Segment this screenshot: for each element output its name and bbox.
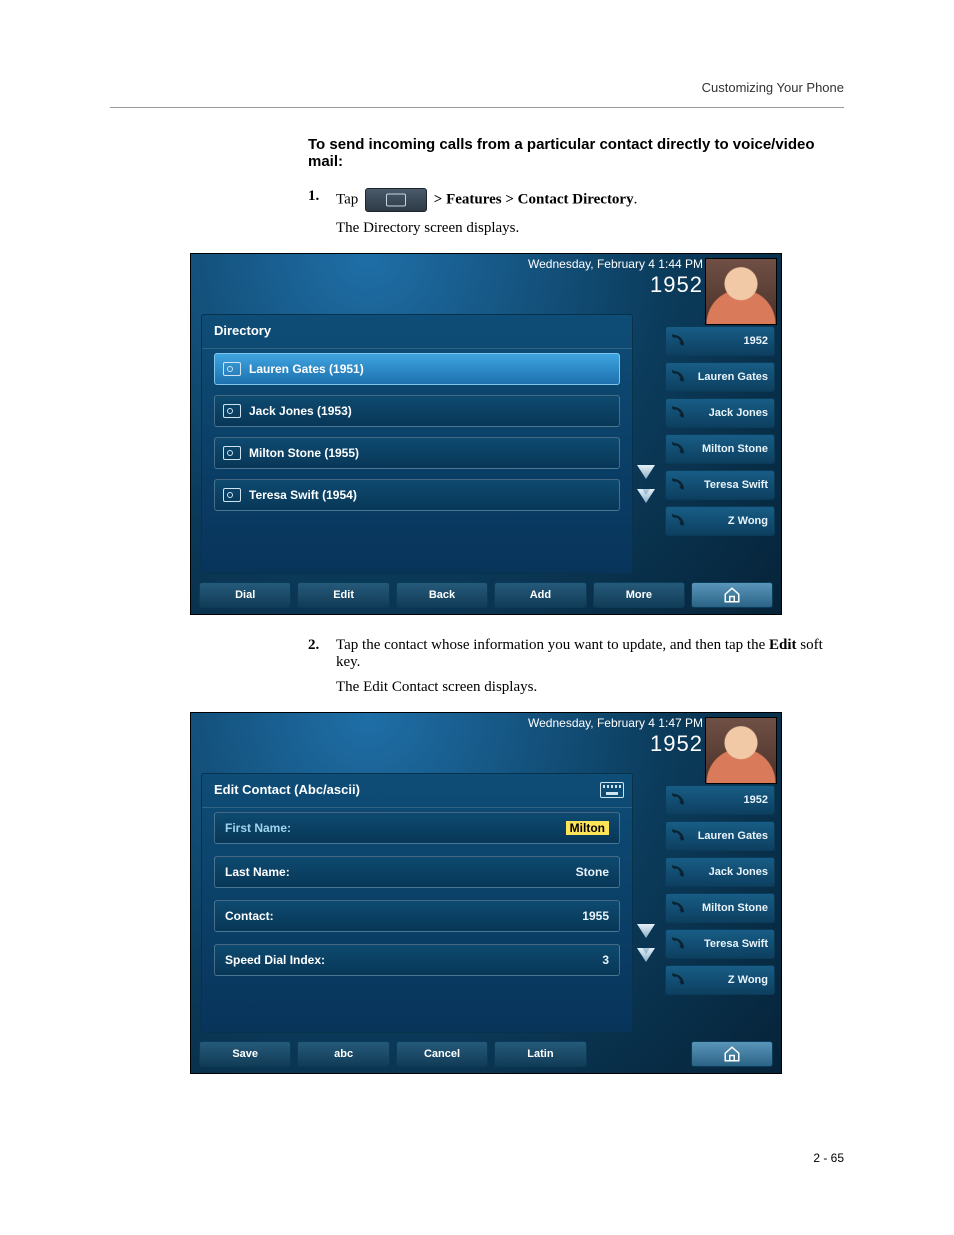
step-2: 2. Tap the contact whose information you… — [308, 637, 844, 704]
phone-icon — [670, 477, 686, 493]
softkey-home[interactable] — [691, 582, 773, 608]
first-name-value: Milton — [566, 821, 609, 835]
speed-dial-index-field[interactable]: Speed Dial Index: 3 — [214, 944, 620, 976]
status-datetime: Wednesday, February 4 1:44 PM — [528, 258, 703, 272]
softkey-cancel[interactable]: Cancel — [396, 1041, 488, 1067]
contact-card-icon — [223, 446, 241, 460]
step-1: 1. Tap > Features > Contact Directory. T… — [308, 188, 844, 245]
line-key[interactable]: Teresa Swift — [665, 929, 775, 959]
directory-entry[interactable]: Teresa Swift (1954) — [214, 479, 620, 511]
phone-icon — [670, 828, 686, 844]
softkey-abc[interactable]: abc — [297, 1041, 389, 1067]
contact-field[interactable]: Contact: 1955 — [214, 900, 620, 932]
menu-icon-button[interactable] — [365, 188, 427, 212]
phone-icon — [670, 972, 686, 988]
directory-panel: Directory Lauren Gates (1951) Jack Jones… — [201, 314, 633, 574]
user-avatar — [705, 258, 777, 325]
softkey-save[interactable]: Save — [199, 1041, 291, 1067]
line-keys: 1952 Lauren Gates Jack Jones Milton Ston… — [665, 785, 775, 995]
edit-contact-panel: Edit Contact (Abc/ascii) First Name: Mil… — [201, 773, 633, 1033]
line-key[interactable]: Milton Stone — [665, 893, 775, 923]
line-key[interactable]: 1952 — [665, 785, 775, 815]
last-name-field[interactable]: Last Name: Stone — [214, 856, 620, 888]
line-key[interactable]: Z Wong — [665, 965, 775, 995]
phone-icon — [670, 792, 686, 808]
sdi-value: 3 — [602, 953, 609, 967]
edit-contact-title: Edit Contact (Abc/ascii) — [202, 774, 632, 808]
softkey-add[interactable]: Add — [494, 582, 586, 608]
step-2-text-a: Tap the contact whose information you wa… — [336, 637, 769, 653]
section-title: To send incoming calls from a particular… — [308, 136, 844, 170]
directory-entry[interactable]: Milton Stone (1955) — [214, 437, 620, 469]
softkey-dial[interactable]: Dial — [199, 582, 291, 608]
step-1-number: 1. — [308, 188, 326, 245]
line-key[interactable]: Teresa Swift — [665, 470, 775, 500]
softkey-home[interactable] — [691, 1041, 773, 1067]
status-extension: 1952 — [528, 272, 703, 297]
scroll-page-down-icon[interactable] — [637, 489, 655, 503]
softkey-back[interactable]: Back — [396, 582, 488, 608]
directory-entry[interactable]: Lauren Gates (1951) — [214, 353, 620, 385]
home-icon — [723, 586, 741, 604]
directory-screenshot: Wednesday, February 4 1:44 PM 1952 Direc… — [190, 253, 782, 615]
softkey-edit[interactable]: Edit — [297, 582, 389, 608]
line-key[interactable]: Lauren Gates — [665, 362, 775, 392]
step-2-number: 2. — [308, 637, 326, 704]
contact-card-icon — [223, 404, 241, 418]
line-key[interactable]: 1952 — [665, 326, 775, 356]
contact-card-icon — [223, 488, 241, 502]
contact-value: 1955 — [582, 909, 609, 923]
phone-icon — [670, 864, 686, 880]
scroll-down-icon[interactable] — [637, 924, 655, 938]
line-key[interactable]: Lauren Gates — [665, 821, 775, 851]
step-2-result: The Edit Contact screen displays. — [336, 679, 844, 696]
line-key[interactable]: Milton Stone — [665, 434, 775, 464]
phone-icon — [670, 900, 686, 916]
softkey-latin[interactable]: Latin — [494, 1041, 586, 1067]
step-1-navpath: > Features > Contact Directory — [434, 191, 634, 207]
status-datetime: Wednesday, February 4 1:47 PM — [528, 717, 703, 731]
home-icon — [723, 1045, 741, 1063]
phone-icon — [670, 441, 686, 457]
user-avatar — [705, 717, 777, 784]
contact-card-icon — [223, 362, 241, 376]
last-name-value: Stone — [576, 865, 609, 879]
line-keys: 1952 Lauren Gates Jack Jones Milton Ston… — [665, 326, 775, 536]
phone-icon — [670, 936, 686, 952]
phone-icon — [670, 405, 686, 421]
running-header: Customizing Your Phone — [110, 80, 844, 95]
line-key[interactable]: Jack Jones — [665, 398, 775, 428]
softkey-more[interactable]: More — [593, 582, 685, 608]
scroll-down-icon[interactable] — [637, 465, 655, 479]
step-2-bold: Edit — [769, 637, 797, 653]
phone-icon — [670, 333, 686, 349]
phone-icon — [670, 369, 686, 385]
line-key[interactable]: Jack Jones — [665, 857, 775, 887]
keyboard-icon[interactable] — [600, 782, 624, 798]
first-name-field[interactable]: First Name: Milton — [214, 812, 620, 844]
step-1-result: The Directory screen displays. — [336, 220, 844, 237]
page-number: 2 - 65 — [813, 1151, 844, 1165]
status-extension: 1952 — [528, 731, 703, 756]
phone-icon — [670, 513, 686, 529]
header-rule — [110, 107, 844, 108]
scroll-page-down-icon[interactable] — [637, 948, 655, 962]
step-1-verb: Tap — [336, 191, 358, 207]
edit-contact-screenshot: Wednesday, February 4 1:47 PM 1952 Edit … — [190, 712, 782, 1074]
directory-entry[interactable]: Jack Jones (1953) — [214, 395, 620, 427]
line-key[interactable]: Z Wong — [665, 506, 775, 536]
directory-title: Directory — [202, 315, 632, 349]
